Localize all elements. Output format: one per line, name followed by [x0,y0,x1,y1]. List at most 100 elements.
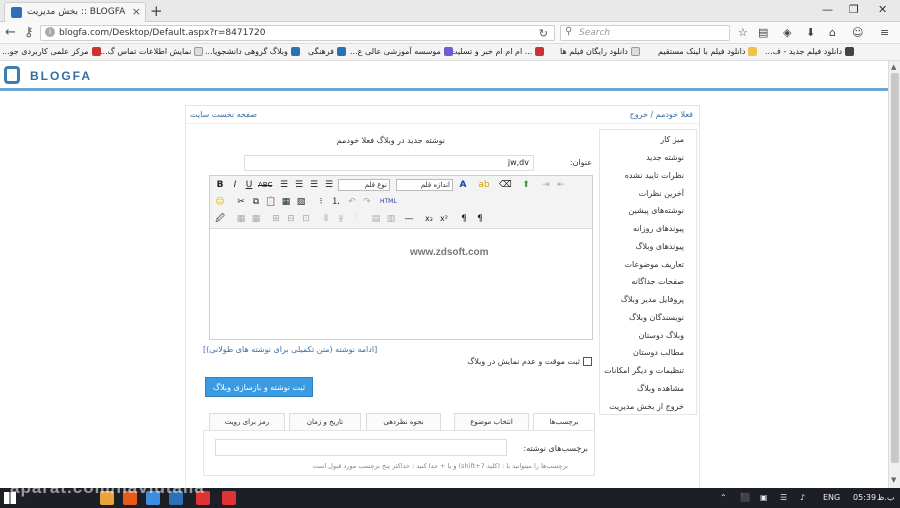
smiley-icon[interactable]: ☺ [852,26,863,39]
address-bar[interactable]: i blogfa.com/Desktop/Default.aspx?r=8471… [40,25,555,41]
sidebar-item-pages[interactable]: صفحات جداگانه [631,277,684,286]
align-right-icon[interactable]: ☰ [308,179,320,191]
bookmark-item[interactable]: دانلود فیلم با لینک مستقیم [658,47,758,56]
maximize-icon[interactable]: ❐ [849,3,859,16]
sidebar-item-profile[interactable]: پروفایل مدیر وبلاگ [621,295,684,304]
tab-comments[interactable]: نحوه نظردهی [366,413,441,431]
download-icon[interactable]: ⬇ [806,26,815,39]
paste-word-icon[interactable]: ▧ [295,196,307,208]
delete-row-icon[interactable]: ⊟ [285,213,297,225]
back-icon[interactable]: ← [5,25,16,40]
new-tab-icon[interactable]: + [150,2,163,20]
menu-icon[interactable]: ≡ [880,26,889,39]
sidebar-item-blog-links[interactable]: پیوندهای وبلاگ [635,242,684,251]
tags-input[interactable] [215,439,507,456]
rtl-icon[interactable]: ⇤ [555,179,567,191]
language-indicator[interactable]: ENG [823,493,840,502]
align-left-icon[interactable]: ☰ [278,179,290,191]
redo-icon[interactable]: ↷ [361,196,373,208]
subscript-icon[interactable]: x₂ [423,213,435,225]
justify-icon[interactable]: ☰ [323,179,335,191]
scroll-up-icon[interactable]: ▲ [891,63,896,71]
sidebar-item-latest-comments[interactable]: آخرین نظرات [639,189,684,198]
wifi-icon[interactable]: ☰ [780,493,787,502]
reload-icon[interactable]: ↻ [539,27,548,40]
bookmark-item[interactable]: وبلاگ گروهی دانشجویا... [205,47,300,56]
eraser-icon[interactable]: ⌫ [499,179,512,191]
browser-tab[interactable]: بخش مدیریت :: BLOGFA × [4,2,146,22]
font-size-select[interactable]: اندازه قلم [396,179,453,191]
highlight-icon[interactable]: ab [478,179,490,191]
merge-icon[interactable]: ⫶ [350,213,362,225]
superscript-icon[interactable]: x² [438,213,450,225]
sidebar-item-logout[interactable]: خروج از بخش مدیریت [609,402,684,411]
bookmark-item[interactable]: مرکز علمی کاربردی جو... [2,47,101,56]
tray-app-icon[interactable]: ▣ [760,493,768,502]
tab-category[interactable]: انتخاب موضوع [454,413,529,431]
horizontal-rule-icon[interactable]: — [403,213,415,225]
search-bar[interactable]: ⚲ Search [560,25,730,41]
cell-props-icon[interactable]: ▥ [385,213,397,225]
continue-post-link[interactable]: [ادامه نوشته (متن تکمیلی برای نوشته های … [203,345,377,354]
reading-list-icon[interactable]: ▤ [758,26,768,39]
rich-text-editor[interactable]: B I U ABC ☰ ☰ ☰ ☰ نوع قلم اندازه قلم A a… [209,175,593,340]
split-icon[interactable]: ▤ [370,213,382,225]
row-props-icon[interactable]: ⊡ [300,213,312,225]
scrollbar-thumb[interactable] [891,73,899,463]
paste-icon[interactable]: 📋 [265,196,277,208]
bold-icon[interactable]: B [214,179,226,191]
star-icon[interactable]: ☆ [738,26,748,39]
underline-icon[interactable]: U [243,179,255,191]
html-icon[interactable]: HTML [380,196,397,208]
close-tab-icon[interactable]: × [132,5,141,18]
italic-icon[interactable]: I [229,179,241,191]
strikethrough-icon[interactable]: ABC [258,179,272,191]
sidebar-item-view-blog[interactable]: مشاهده وبلاگ [637,384,684,393]
home-link[interactable]: صفحه نخست سایت [190,110,257,119]
sidebar-item-friends-posts[interactable]: مطالب دوستان [633,348,684,357]
tray-arrow-icon[interactable]: ⌃ [720,493,727,502]
sidebar-item-new-post[interactable]: نوشته جدید [646,153,684,162]
emoji-icon[interactable]: ☺ [214,196,226,208]
home-icon[interactable]: ⌂ [829,26,836,39]
font-family-select[interactable]: نوع قلم [338,179,390,191]
volume-icon[interactable]: ♪ [800,493,805,502]
ltr-paragraph-icon[interactable]: ¶ [458,213,470,225]
align-center-icon[interactable]: ☰ [293,179,305,191]
cut-icon[interactable]: ✂ [235,196,247,208]
minimize-icon[interactable]: — [822,3,833,16]
title-input[interactable]: jw,dv [244,155,534,171]
undo-icon[interactable]: ↶ [346,196,358,208]
numbered-list-icon[interactable]: ⒈ [330,196,342,208]
table-icon[interactable]: ▦ [235,213,247,225]
insert-row-icon[interactable]: ⊞ [270,213,282,225]
bookmark-item[interactable]: دانلود فیلم جدید - ف... [765,47,855,56]
sidebar-item-topics[interactable]: تعاریف موضوعات [624,260,684,269]
bookmark-item[interactable]: ... ام ام ام خبر و تسلیت [450,47,545,56]
table-props-icon[interactable]: ▦ [250,213,262,225]
ltr-icon[interactable]: ⇥ [540,179,552,191]
image-icon[interactable]: 🖉 [214,213,226,225]
bookmark-item[interactable]: نمایش اطلاعات تماس گ... [100,47,204,56]
sidebar-item-daily-links[interactable]: پیوندهای روزانه [633,224,684,233]
rtl-paragraph-icon[interactable]: ¶ [474,213,486,225]
pocket-icon[interactable]: ◈ [783,26,791,39]
tab-tags[interactable]: برچسب‌ها [533,413,595,431]
sidebar-item-pending-comments[interactable]: نظرات تایید نشده [625,171,684,180]
window-close-icon[interactable]: ✕ [878,3,887,16]
bookmark-item[interactable]: موسسه آموزشی عالی ع... [350,47,453,56]
sidebar-item-previous-posts[interactable]: نوشته‌های پیشین [628,206,684,215]
paste-text-icon[interactable]: ▦ [280,196,292,208]
scroll-down-icon[interactable]: ▼ [891,476,896,484]
clock-time[interactable]: 05:39 [853,493,876,502]
sidebar-item-authors[interactable]: نویسندگان وبلاگ [629,313,684,322]
breadcrumb[interactable]: فعلا خودمم / خروج [630,110,693,119]
temp-save-checkbox[interactable]: ثبت موقت و عدم نمایش در وبلاگ [467,357,592,366]
bullet-list-icon[interactable]: ⁝ [315,196,327,208]
antivirus-icon[interactable]: ⬛ [740,493,750,502]
recorder-icon[interactable] [222,491,236,505]
bookmark-item[interactable]: دانلود رایگان فیلم ها [560,47,640,56]
delete-col-icon[interactable]: ⫵ [335,213,347,225]
sidebar-item-dashboard[interactable]: میز کار [660,135,684,144]
upload-icon[interactable]: ⬆ [520,179,532,191]
